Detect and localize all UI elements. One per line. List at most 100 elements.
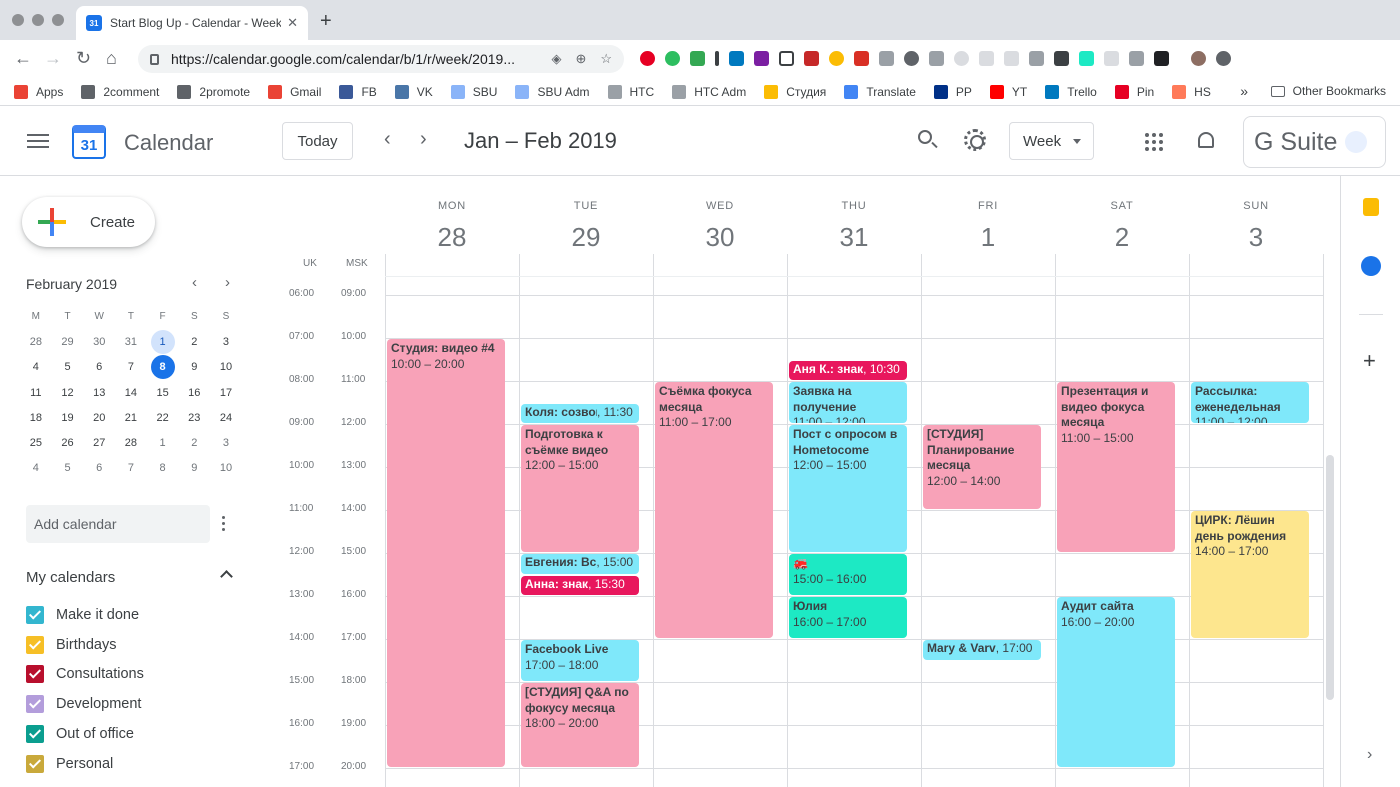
home-icon[interactable]: ⌂ (106, 48, 117, 69)
day-header-number[interactable]: 30 (653, 222, 787, 253)
previous-week-icon[interactable]: ‹ (384, 128, 391, 151)
day-header-number[interactable]: 2 (1055, 222, 1189, 253)
checkbox-checked-icon[interactable] (26, 635, 44, 654)
mini-day[interactable]: 13 (83, 381, 115, 405)
bookmark-6[interactable]: SBU (450, 84, 497, 99)
rainbow-extension-icon[interactable] (829, 51, 844, 66)
sync-extension-icon[interactable] (690, 51, 705, 66)
gsuite-account-badge[interactable]: G Suite (1243, 116, 1386, 168)
bookmark-16[interactable]: HS (1172, 84, 1211, 99)
mini-day[interactable]: 26 (52, 431, 84, 455)
mini-day[interactable]: 31 (115, 330, 147, 354)
bookmark-7[interactable]: SBU Adm (515, 84, 590, 99)
mini-day[interactable]: 7 (115, 355, 147, 379)
cloud-extension-icon[interactable] (979, 51, 994, 66)
cup-extension-icon[interactable] (1079, 51, 1094, 66)
calendar-item[interactable]: Out of office (26, 719, 144, 749)
mini-day[interactable]: 25 (20, 431, 52, 455)
reload-icon[interactable]: ↻ (76, 48, 91, 69)
bookmark-5[interactable]: VK (394, 84, 433, 99)
block-extension-icon[interactable] (954, 51, 969, 66)
mini-day[interactable]: 16 (178, 381, 210, 405)
calendar-event[interactable]: Mary & Varv, 17:00 (923, 640, 1041, 660)
other-bookmarks-button[interactable]: Other Bookmarks (1270, 84, 1386, 98)
mini-day[interactable]: 28 (20, 330, 52, 354)
calendar-event[interactable]: 🚒 15:00 – 16:00 (789, 554, 907, 596)
profile-avatar-icon[interactable] (1191, 51, 1206, 66)
mini-day[interactable]: 1 (147, 329, 179, 354)
checkbox-checked-icon[interactable] (26, 725, 44, 744)
notion-extension-icon[interactable] (1154, 51, 1169, 66)
calendar-event[interactable]: Коля: созвон, 11:30 (521, 403, 639, 424)
calendar-event[interactable]: Рассылка: еженедельная 11:00 – 12:00 (1191, 382, 1309, 424)
browser-tab[interactable]: 31 Start Blog Up - Calendar - Week ✕ (76, 6, 308, 40)
doc-extension-icon[interactable] (1004, 51, 1019, 66)
mini-day[interactable]: 2 (178, 431, 210, 455)
calendar-item[interactable]: Development (26, 689, 144, 719)
google-apps-icon[interactable] (1145, 133, 1163, 151)
calendar-event[interactable]: Заявка на получение 11:00 – 12:00 (789, 382, 907, 424)
bookmark-8[interactable]: HTC (607, 84, 654, 99)
day-header-number[interactable]: 28 (385, 222, 519, 253)
calendar-event[interactable]: Евгения: Вс, 15:00 (521, 554, 639, 574)
mini-day[interactable]: 29 (52, 330, 84, 354)
mini-day[interactable]: 10 (210, 355, 242, 379)
today-button[interactable]: Today (282, 122, 353, 160)
download-extension-icon[interactable] (1054, 51, 1069, 66)
zoom-icon[interactable]: ⊕ (575, 51, 586, 67)
calendar-item[interactable]: Personal (26, 749, 144, 779)
tasks-icon[interactable] (1361, 256, 1381, 276)
calendar-event[interactable]: Аудит сайта 16:00 – 20:00 (1057, 597, 1175, 768)
mini-day[interactable]: 21 (115, 406, 147, 430)
checkbox-checked-icon[interactable] (26, 754, 44, 773)
expand-panel-icon[interactable]: › (1367, 746, 1372, 764)
search-icon[interactable] (918, 130, 932, 144)
calendar-item[interactable]: Consultations (26, 660, 144, 690)
mini-day[interactable]: 17 (210, 381, 242, 405)
target-extension-icon[interactable] (904, 51, 919, 66)
mini-day[interactable]: 8 (147, 456, 179, 480)
calendar-event[interactable]: Съёмка фокуса месяца 11:00 – 17:00 (655, 382, 773, 639)
view-select[interactable]: Week (1009, 122, 1094, 160)
mini-calendar-prev-icon[interactable]: ‹ (192, 274, 197, 291)
mini-day[interactable]: 1 (147, 431, 179, 455)
mini-day[interactable]: 27 (83, 431, 115, 455)
window-zoom-button[interactable] (52, 14, 64, 26)
mini-day[interactable]: 3 (210, 330, 242, 354)
checkbox-checked-icon[interactable] (26, 605, 44, 624)
tb-extension-icon[interactable] (804, 51, 819, 66)
mini-day[interactable]: 6 (83, 456, 115, 480)
mini-day[interactable]: 9 (178, 355, 210, 379)
create-button[interactable]: Create (22, 197, 155, 247)
checkbox-checked-icon[interactable] (26, 695, 44, 714)
bookmark-3[interactable]: Gmail (268, 84, 321, 99)
mini-day[interactable]: 2 (178, 330, 210, 354)
image-extension-icon[interactable] (879, 51, 894, 66)
pinterest-extension-icon[interactable] (640, 51, 655, 66)
trello-extension-icon[interactable] (729, 51, 744, 66)
window-minimize-button[interactable] (32, 14, 44, 26)
mini-day[interactable]: 19 (52, 406, 84, 430)
translate-extension-icon[interactable] (1129, 51, 1144, 66)
more-options-icon[interactable] (222, 516, 226, 534)
add-addon-icon[interactable]: + (1363, 348, 1376, 374)
mini-day[interactable]: 4 (20, 355, 52, 379)
mini-day[interactable]: 12 (52, 381, 84, 405)
calendar-event[interactable]: Анна: знак, 15:30 (521, 575, 639, 596)
mini-day[interactable]: 20 (83, 406, 115, 430)
day-header-number[interactable]: 31 (787, 222, 921, 253)
update-icon[interactable] (1216, 51, 1231, 66)
calendar-event[interactable]: Аня К.: знак, 10:30 (789, 360, 907, 381)
mini-day[interactable]: 11 (20, 381, 52, 405)
bookmark-0[interactable]: Apps (14, 84, 63, 99)
mini-day[interactable]: 23 (178, 406, 210, 430)
forward-icon[interactable]: → (44, 48, 62, 69)
mini-day[interactable]: 3 (210, 431, 242, 455)
mini-day[interactable]: 6 (83, 355, 115, 379)
next-week-icon[interactable]: › (420, 128, 427, 151)
mini-day[interactable]: 5 (52, 456, 84, 480)
more-bookmarks-button[interactable]: » (1240, 83, 1248, 99)
calendar-event[interactable]: [СТУДИЯ] Планирование месяца 12:00 – 14:0… (923, 425, 1041, 510)
puzzle-extension-icon[interactable] (1104, 51, 1119, 66)
camera-extension-icon[interactable] (929, 51, 944, 66)
